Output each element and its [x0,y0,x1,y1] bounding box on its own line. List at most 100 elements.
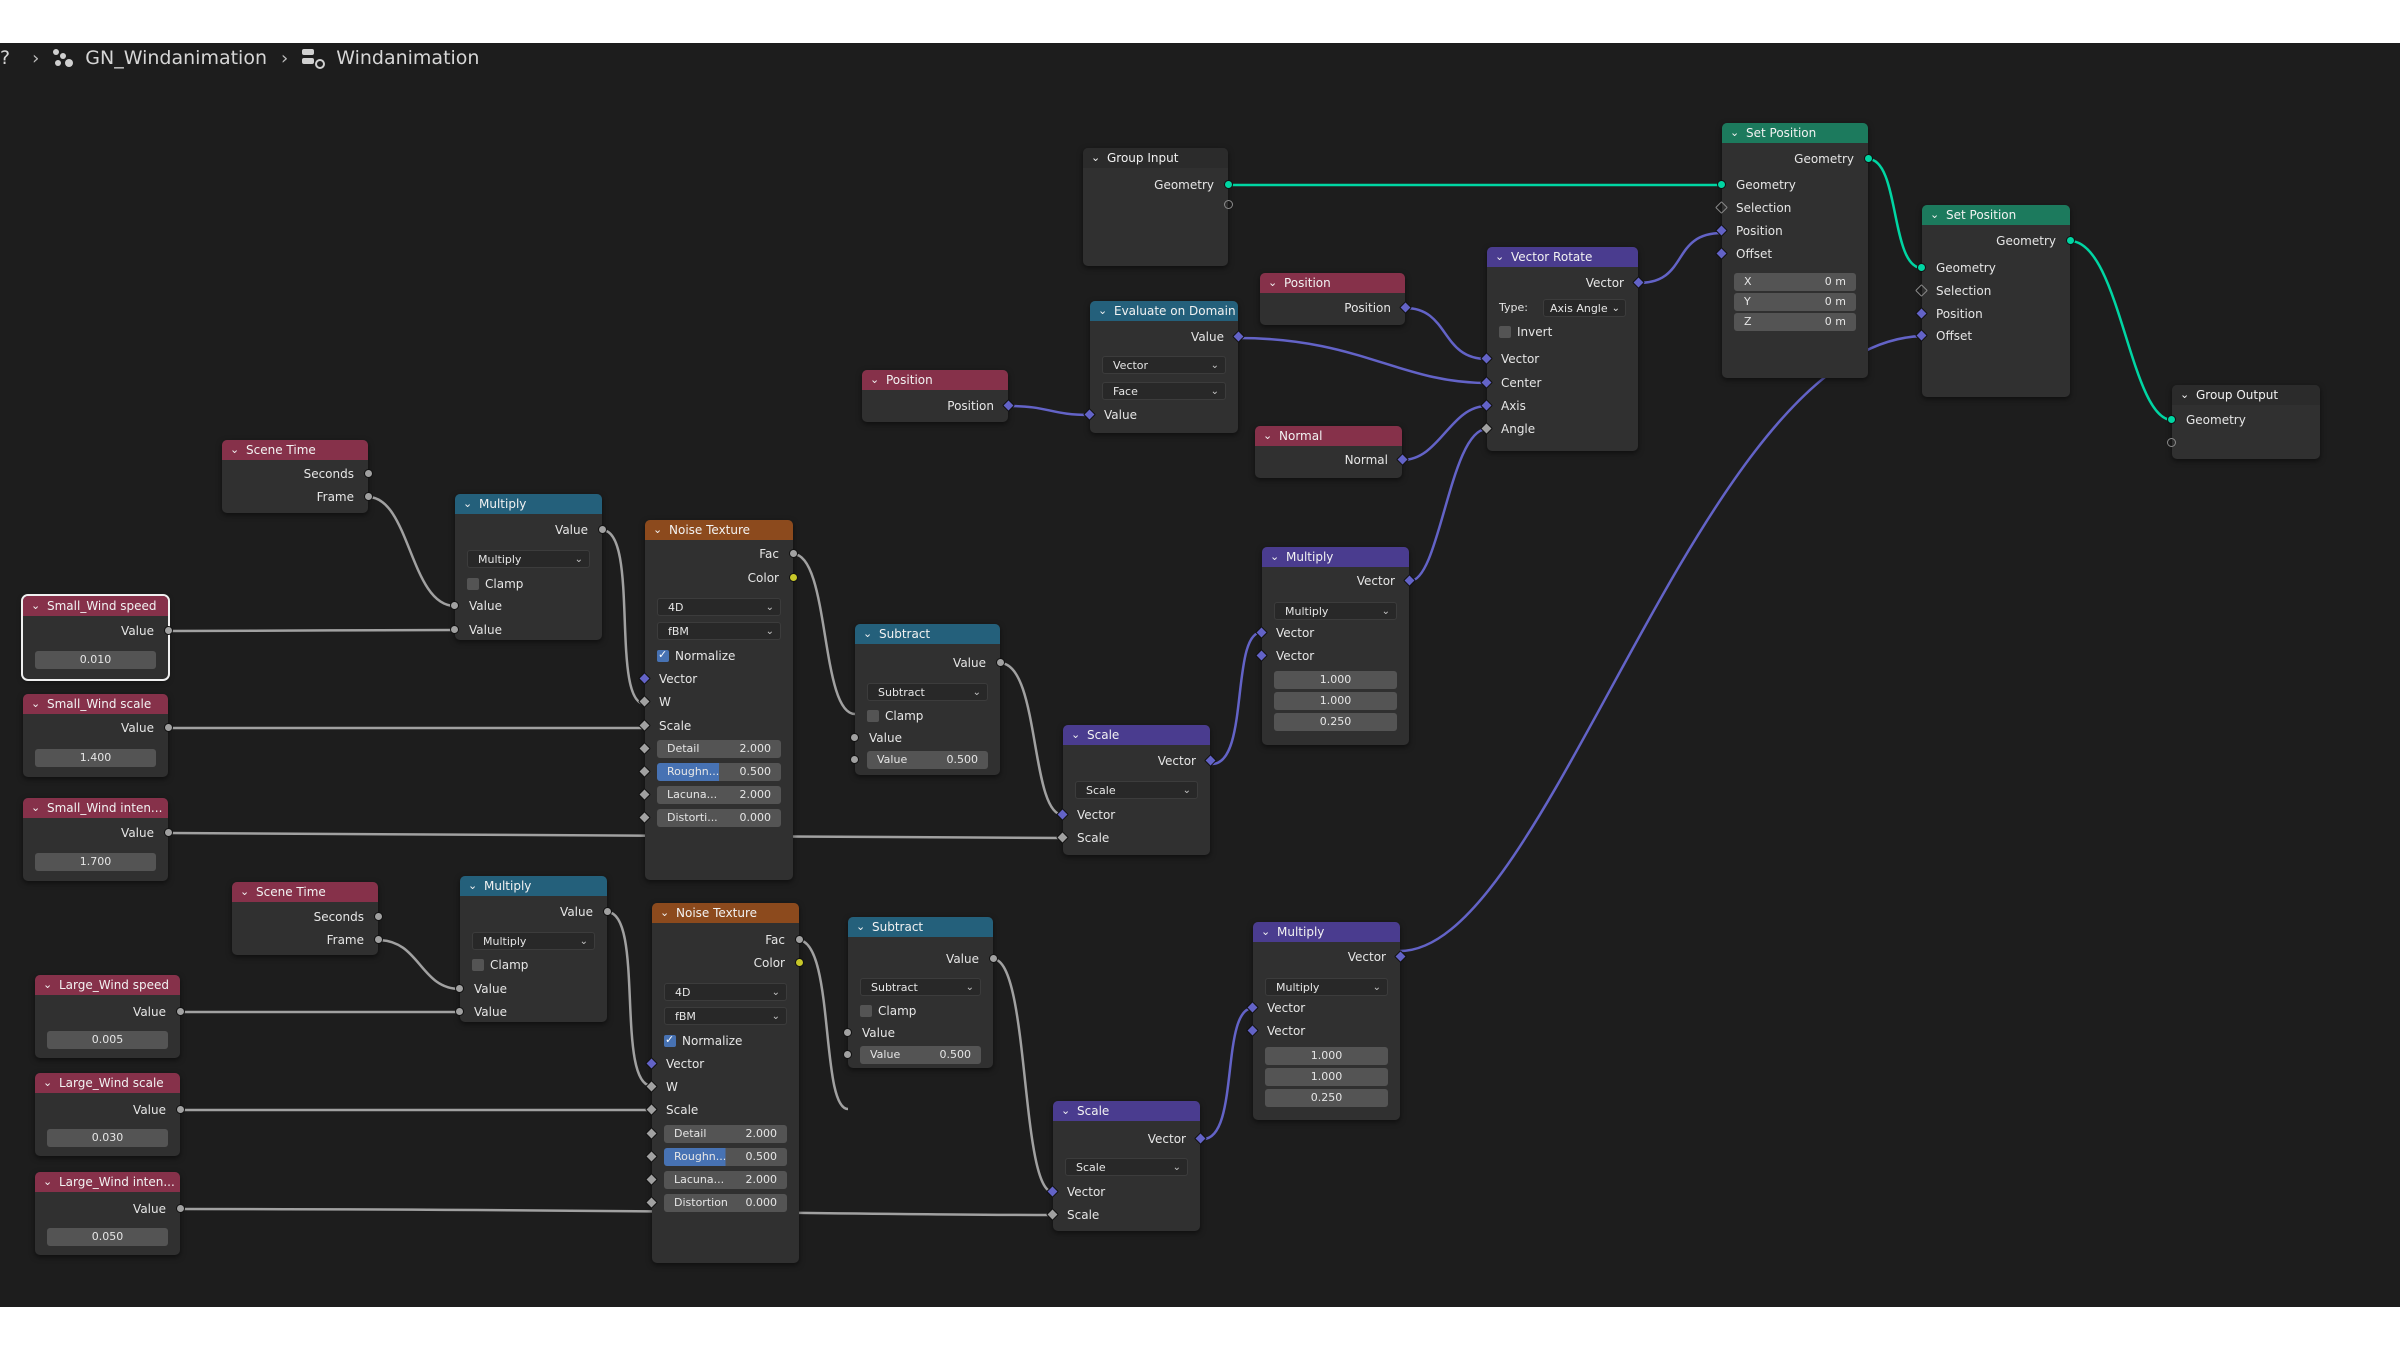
math-multiply-node[interactable]: ⌄ Multiply Value Multiply ⌄ Clamp Value Va… [455,876,612,1022]
normalize-checkbox[interactable]: Normalize [664,1031,742,1050]
input-socket[interactable] [455,984,464,993]
value-field[interactable]: 0.005 [47,1031,168,1049]
detail-field[interactable]: Detail 2.000 [645,1125,787,1143]
collapse-icon[interactable]: ⌄ [43,975,52,995]
node-header[interactable]: ⌄ Group Input [1083,148,1228,168]
output-socket[interactable] [176,1204,185,1213]
clamp-checkbox[interactable]: Clamp [860,1002,916,1020]
lacunarity-field[interactable]: Lacuna... 2.000 [645,1171,787,1189]
dimensions-dropdown[interactable]: 4D ⌄ [657,598,781,616]
output-socket[interactable] [176,1105,185,1114]
noise-texture-node[interactable]: ⌄ Noise Texture Fac Color 4D ⌄ fBM ⌄ Normal… [638,520,798,880]
empty-socket[interactable] [1224,200,1233,209]
vector-y-field[interactable]: 1.000 [1265,1068,1388,1086]
collapse-icon[interactable]: ⌄ [1098,301,1107,321]
node-header[interactable]: ⌄ Multiply [1253,922,1400,942]
scene-time-node[interactable]: ⌄ Scene Time Seconds Frame [222,440,373,513]
distortion-field[interactable]: Distorti... 0.000 [638,809,781,827]
clamp-checkbox[interactable]: Clamp [867,707,923,725]
collapse-icon[interactable]: ⌄ [870,370,879,390]
clamp-checkbox[interactable]: Clamp [472,956,528,974]
value-field[interactable]: 0.050 [47,1228,168,1246]
node-header[interactable]: ⌄ Set Position [1922,205,2070,225]
offset-x-field[interactable]: X 0 m [1734,273,1856,291]
node-editor-canvas[interactable]: ? › GN_Windanimation › Windanimation ⌄ G… [0,43,2400,1307]
node-header[interactable]: ⌄ Small_Wind inten... [23,798,168,818]
value-field[interactable]: 1.700 [35,853,156,871]
output-socket[interactable] [364,469,373,478]
output-socket[interactable] [795,935,804,944]
input-socket[interactable] [843,1050,852,1059]
dimensions-dropdown[interactable]: 4D ⌄ [664,983,787,1001]
operation-dropdown[interactable]: Multiply ⌄ [467,550,590,568]
input-socket[interactable] [1917,263,1926,272]
node-header[interactable]: ⌄ Position [862,370,1008,390]
output-socket[interactable] [176,1007,185,1016]
scene-time-node[interactable]: ⌄ Scene Time Seconds Frame [232,882,383,955]
noise-texture-node[interactable]: ⌄ Noise Texture Fac Color 4D ⌄ fBM ⌄ Normal… [645,903,804,1263]
value-field[interactable]: 0.030 [47,1129,168,1147]
input-socket[interactable] [455,1007,464,1016]
node-header[interactable]: ⌄ Noise Texture [645,520,793,540]
input-socket[interactable] [1717,180,1726,189]
output-socket[interactable] [603,907,612,916]
collapse-icon[interactable]: ⌄ [468,876,477,896]
data-type-dropdown[interactable]: Vector ⌄ [1102,356,1226,374]
domain-dropdown[interactable]: Face ⌄ [1102,382,1226,400]
node-header[interactable]: ⌄ Vector Rotate [1487,247,1638,267]
invert-checkbox[interactable]: Invert [1499,323,1552,341]
breadcrumb-item-object[interactable]: Windanimation [300,46,479,70]
output-socket[interactable] [789,549,798,558]
math-subtract-node[interactable]: ⌄ Subtract Value Subtract ⌄ Clamp Value Va… [850,624,1005,775]
vector-multiply-node[interactable]: ⌄ Multiply Vector Multiply ⌄ Vector Vector… [1246,922,1407,1120]
empty-socket[interactable] [2167,438,2176,447]
collapse-icon[interactable]: ⌄ [1091,148,1100,168]
large-wind-intensity-node[interactable]: ⌄ Large_Wind inten... Value 0.050 [35,1172,185,1255]
vector-y-field[interactable]: 1.000 [1274,692,1397,710]
lacunarity-field[interactable]: Lacuna... 2.000 [638,786,781,804]
group-input-node[interactable]: ⌄ Group Input Geometry [1083,148,1233,266]
node-header[interactable]: ⌄ Multiply [455,494,602,514]
vector-scale-node[interactable]: ⌄ Scale Vector Scale ⌄ Vector Scale [1046,1101,1207,1231]
set-position-node[interactable]: ⌄ Set Position Geometry Geometry Selectio… [1715,123,1873,378]
vector-rotate-node[interactable]: ⌄ Vector Rotate Vector Type: Axis Angle ⌄ I… [1480,247,1645,451]
output-socket[interactable] [795,958,804,967]
node-header[interactable]: ⌄ Small_Wind speed [23,596,168,616]
node-header[interactable]: ⌄ Scale [1053,1101,1200,1121]
collapse-icon[interactable]: ⌄ [863,624,872,644]
operation-dropdown[interactable]: Multiply ⌄ [472,932,595,950]
large-wind-scale-node[interactable]: ⌄ Large_Wind scale Value 0.030 [35,1073,185,1156]
collapse-icon[interactable]: ⌄ [1495,247,1504,267]
math-multiply-node[interactable]: ⌄ Multiply Value Multiply ⌄ Clamp Value Va… [450,494,607,640]
value-field[interactable]: 0.010 [35,651,156,669]
normalize-checkbox[interactable]: Normalize [657,646,735,665]
operation-dropdown[interactable]: Subtract ⌄ [867,683,988,701]
value-field[interactable]: Value 0.500 [843,1046,981,1064]
output-socket[interactable] [374,935,383,944]
collapse-icon[interactable]: ⌄ [31,596,40,616]
operation-dropdown[interactable]: Subtract ⌄ [860,978,981,996]
input-socket[interactable] [2167,415,2176,424]
vector-x-field[interactable]: 1.000 [1274,671,1397,689]
position-node[interactable]: ⌄ Position Position [862,370,1015,422]
collapse-icon[interactable]: ⌄ [1730,123,1739,143]
collapse-icon[interactable]: ⌄ [653,520,662,540]
input-socket[interactable] [843,1028,852,1037]
operation-dropdown[interactable]: Scale ⌄ [1065,1158,1188,1176]
operation-dropdown[interactable]: Multiply ⌄ [1265,978,1388,996]
node-header[interactable]: ⌄ Noise Texture [652,903,799,923]
breadcrumb-item-node-tree[interactable]: GN_Windanimation [51,47,267,69]
math-subtract-node[interactable]: ⌄ Subtract Value Subtract ⌄ Clamp Value Va… [843,917,998,1068]
collapse-icon[interactable]: ⌄ [856,917,865,937]
distortion-field[interactable]: Distortion 0.000 [645,1194,787,1212]
node-header[interactable]: ⌄ Small_Wind scale [23,694,168,714]
output-socket[interactable] [989,954,998,963]
collapse-icon[interactable]: ⌄ [1261,922,1270,942]
clamp-checkbox[interactable]: Clamp [467,575,523,593]
roughness-field[interactable]: Roughn... 0.500 [645,1148,787,1166]
vector-multiply-node[interactable]: ⌄ Multiply Vector Multiply ⌄ Vector Vector… [1255,547,1416,745]
input-socket[interactable] [850,733,859,742]
offset-y-field[interactable]: Y 0 m [1734,293,1856,311]
node-header[interactable]: ⌄ Set Position [1722,123,1868,143]
collapse-icon[interactable]: ⌄ [43,1172,52,1192]
